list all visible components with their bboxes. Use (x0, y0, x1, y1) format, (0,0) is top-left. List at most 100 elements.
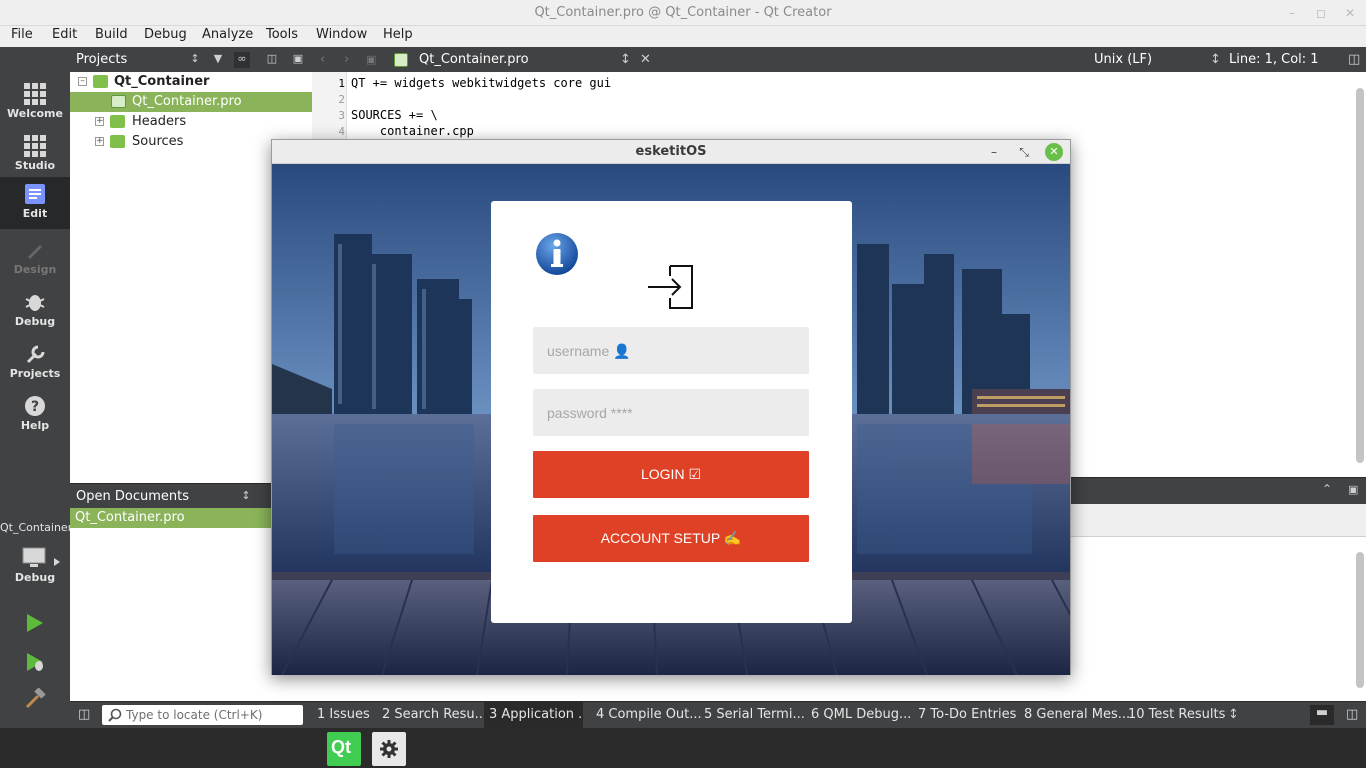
run-button[interactable] (24, 612, 46, 634)
tab-qml-debugger[interactable]: 6 QML Debug... (811, 707, 911, 722)
filter-icon[interactable]: ▼ (210, 52, 226, 68)
projects-panel-header: Projects ↕ ▼ ∞ ◫ ▣ (70, 47, 312, 72)
tab-todo-entries[interactable]: 7 To-Do Entries (918, 707, 1016, 722)
mode-debug-label: Debug (14, 315, 56, 328)
mode-welcome[interactable]: Welcome (0, 77, 70, 129)
chevron-updown-icon[interactable]: ↕ (620, 52, 631, 67)
username-field[interactable] (533, 327, 809, 374)
info-icon (536, 233, 578, 275)
toggle-right-sidebar-icon[interactable]: ◫ (1346, 707, 1358, 722)
menu-help[interactable]: Help (383, 27, 413, 42)
close-document-icon[interactable]: ✕ (640, 52, 651, 67)
kit-config-label: Debug (14, 571, 56, 584)
chevron-updown-icon[interactable]: ↕ (238, 489, 254, 505)
editor-scrollbar[interactable] (1356, 88, 1364, 463)
open-documents-title: Open Documents (76, 489, 189, 504)
mode-design[interactable]: Design (0, 233, 70, 285)
chevron-updown-icon[interactable]: ↕ (1228, 707, 1239, 722)
account-setup-button[interactable]: ACCOUNT SETUP ✍ (533, 515, 809, 562)
sign-in-icon (648, 265, 693, 309)
expand-icon[interactable]: + (95, 137, 104, 146)
tab-compile-output[interactable]: 4 Compile Out... (596, 707, 702, 722)
cursor-position[interactable]: Line: 1, Col: 1 (1229, 52, 1319, 67)
tab-test-results[interactable]: 10 Test Results (1128, 707, 1225, 722)
window-titlebar: Qt_Container.pro @ Qt_Container - Qt Cre… (0, 0, 1366, 26)
app-close-button[interactable]: ✕ (1045, 143, 1063, 161)
menu-analyze[interactable]: Analyze (202, 27, 253, 42)
folder-icon (110, 115, 125, 128)
tree-item-project[interactable]: – Qt_Container (70, 72, 312, 92)
link-icon[interactable]: ∞ (234, 52, 250, 68)
tree-item-headers[interactable]: + Headers (70, 112, 312, 132)
password-field[interactable] (533, 389, 809, 436)
app-minimize-button[interactable]: – (985, 143, 1003, 161)
lock-icon: ▣ (366, 53, 377, 66)
qt-creator-icon[interactable]: Qt (327, 732, 361, 766)
mode-edit[interactable]: Edit (0, 177, 70, 229)
locator[interactable] (102, 705, 303, 725)
menu-bar: File Edit Build Debug Analyze Tools Wind… (0, 26, 1366, 47)
menu-file[interactable]: File (11, 27, 33, 42)
tab-search-results[interactable]: 2 Search Resu... (382, 707, 487, 722)
tab-serial-terminal[interactable]: 5 Serial Termi... (704, 707, 805, 722)
split-editor-icon[interactable]: ◫ (1348, 52, 1360, 67)
code-line: QT += widgets webkitwidgets core gui (351, 76, 612, 90)
close-panel-icon[interactable]: ▣ (290, 52, 306, 68)
toggle-progress-icon[interactable]: ▬ (1310, 705, 1334, 725)
collapse-icon[interactable]: – (78, 77, 87, 86)
background-cityscape-image: LOGIN ☑ ACCOUNT SETUP ✍ (272, 164, 1070, 675)
minimize-button[interactable]: – (1283, 4, 1301, 22)
mode-studio[interactable]: Studio (0, 129, 70, 181)
chevron-updown-icon[interactable]: ↕ (187, 52, 203, 68)
tree-item-pro-file[interactable]: Qt_Container.pro (70, 92, 312, 112)
app-window-titlebar: esketitOS – ⤡ ✕ (272, 140, 1070, 164)
toggle-sidebar-icon[interactable]: ◫ (78, 707, 90, 722)
password-input[interactable] (547, 389, 797, 436)
maximize-pane-icon[interactable]: ⌃ (1322, 482, 1332, 496)
tab-issues[interactable]: 1 Issues (317, 707, 370, 722)
mode-projects[interactable]: Projects (0, 337, 70, 389)
folder-icon (110, 135, 125, 148)
app-window: esketitOS – ⤡ ✕ username 👤 LOGIN ☑ ACCOU… (271, 139, 1071, 675)
pro-file-icon (394, 53, 408, 67)
close-pane-icon[interactable]: ▣ (1348, 483, 1358, 496)
mode-help-label: Help (20, 419, 50, 432)
debug-run-button[interactable] (24, 651, 46, 673)
build-hammer-button[interactable] (24, 688, 46, 710)
username-input[interactable] (547, 327, 797, 374)
question-icon: ? (25, 396, 45, 416)
menu-debug[interactable]: Debug (144, 27, 187, 42)
code-line: container.cpp (351, 124, 474, 138)
back-icon[interactable]: ‹ (320, 52, 325, 67)
menu-edit[interactable]: Edit (52, 27, 77, 42)
app-window-title: esketitOS (635, 144, 707, 159)
login-button[interactable]: LOGIN ☑ (533, 451, 809, 498)
line-number: 3 (338, 109, 345, 122)
menu-tools[interactable]: Tools (266, 27, 298, 42)
output-scrollbar[interactable] (1356, 552, 1364, 688)
forward-icon[interactable]: › (344, 52, 349, 67)
tree-item-label: Headers (132, 114, 187, 129)
monitor-icon (22, 547, 46, 567)
settings-icon[interactable] (372, 732, 406, 766)
close-button[interactable]: ✕ (1341, 4, 1359, 22)
expand-icon[interactable]: + (95, 117, 104, 126)
app-maximize-button[interactable]: ⤡ (1015, 143, 1033, 161)
maximize-button[interactable]: ◻ (1312, 4, 1330, 22)
editor-file-name[interactable]: Qt_Container.pro (419, 52, 529, 67)
split-icon[interactable]: ◫ (264, 52, 280, 68)
wrench-icon (26, 345, 45, 364)
mode-debug[interactable]: Debug (0, 285, 70, 337)
mode-edit-label: Edit (22, 207, 48, 220)
line-ending-selector[interactable]: Unix (LF) (1094, 52, 1152, 67)
menu-window[interactable]: Window (316, 27, 367, 42)
tab-general-messages[interactable]: 8 General Mes... (1024, 707, 1130, 722)
mode-projects-label: Projects (9, 367, 61, 380)
menu-build[interactable]: Build (95, 27, 128, 42)
projects-panel-title: Projects (76, 52, 128, 67)
tab-application-output[interactable]: 3 Application ... (484, 702, 583, 728)
chevron-updown-icon[interactable]: ↕ (1210, 52, 1221, 67)
locator-input[interactable] (126, 706, 298, 724)
mode-help[interactable]: ? Help (0, 389, 70, 441)
kit-selector[interactable]: Debug (0, 541, 70, 593)
